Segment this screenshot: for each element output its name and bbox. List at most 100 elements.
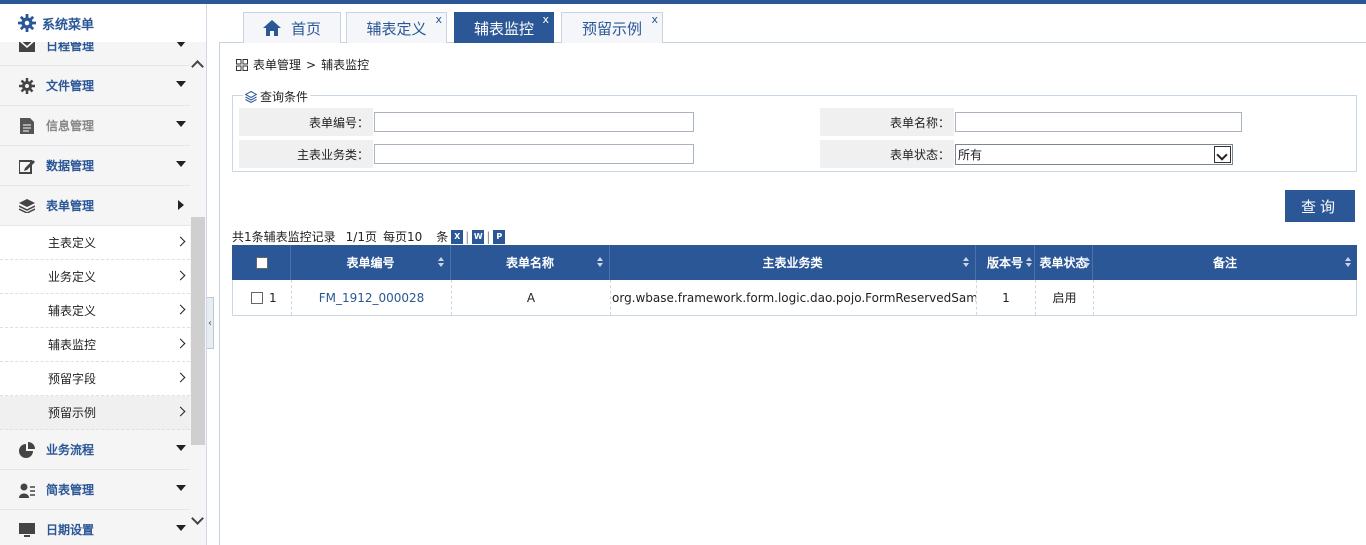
- sort-icon[interactable]: [438, 257, 444, 268]
- tab-bar: 首页 辅表定义 x 辅表监控 x 预留示例 x: [219, 4, 1366, 43]
- tab-label: 辅表监控: [473, 19, 534, 38]
- pie-chart-icon: [18, 441, 36, 459]
- tab-label: 辅表定义: [366, 19, 427, 38]
- form-name-input[interactable]: [955, 112, 1242, 132]
- scroll-up-icon[interactable]: [191, 60, 204, 73]
- query-button[interactable]: 查询: [1285, 190, 1355, 222]
- table-body: 1 FM_1912_000028 A org.wbase.framework.f…: [232, 280, 1357, 316]
- page-size-unit: 条: [436, 230, 449, 244]
- close-icon[interactable]: x: [651, 14, 658, 26]
- cell-version: 1: [977, 280, 1036, 315]
- business-class-row: 主表业务类：: [239, 140, 694, 168]
- sidebar-item-info[interactable]: 信息管理: [0, 106, 190, 146]
- sidebar-item-date-settings[interactable]: 日期设置: [0, 510, 190, 545]
- records-table: 表单编号 表单名称 主表业务类 版本号 表单状态 备注 1 FM_1912_00…: [232, 245, 1357, 316]
- row-select-cell: 1: [233, 280, 292, 315]
- close-icon[interactable]: x: [542, 14, 549, 26]
- cell-remark: [1094, 280, 1356, 315]
- header-remark[interactable]: 备注: [1093, 245, 1357, 280]
- subitem-label: 预留示例: [48, 406, 97, 420]
- header-form-code[interactable]: 表单编号: [291, 245, 451, 280]
- header-business-class[interactable]: 主表业务类: [610, 245, 976, 280]
- close-icon[interactable]: x: [435, 14, 442, 26]
- sidebar-item-label: 简表管理: [46, 483, 95, 497]
- sidebar-collapse-handle[interactable]: ‹: [207, 297, 214, 349]
- cell-business-class: org.wbase.framework.form.logic.dao.pojo.…: [611, 280, 977, 315]
- breadcrumb-parent[interactable]: 表单管理: [253, 56, 301, 73]
- sidebar-item-label: 业务流程: [46, 443, 95, 457]
- sort-icon[interactable]: [1084, 257, 1090, 268]
- breadcrumb: 表单管理 > 辅表监控: [236, 56, 369, 73]
- sidebar-subitem-main-def[interactable]: 主表定义: [0, 226, 190, 260]
- table-row[interactable]: 1 FM_1912_000028 A org.wbase.framework.f…: [233, 280, 1356, 315]
- word-export-icon[interactable]: W: [472, 229, 485, 244]
- row-checkbox[interactable]: [251, 291, 263, 304]
- tab-label: 预留示例: [581, 19, 642, 38]
- sidebar-item-data[interactable]: 数据管理: [0, 146, 190, 186]
- excel-export-icon[interactable]: X: [451, 229, 464, 244]
- sidebar-title: 系统菜单: [42, 17, 95, 33]
- tab-sub-definition[interactable]: 辅表定义 x: [346, 12, 447, 43]
- pdf-export-icon[interactable]: P: [493, 229, 506, 244]
- business-class-label: 主表业务类：: [239, 140, 373, 168]
- row-index: 1: [269, 290, 277, 305]
- breadcrumb-current: 辅表监控: [321, 58, 370, 72]
- select-all-cell: [232, 245, 291, 280]
- header-form-name[interactable]: 表单名称: [451, 245, 610, 280]
- grid-icon: [236, 58, 248, 71]
- sidebar-item-label: 表单管理: [46, 199, 95, 213]
- select-all-checkbox[interactable]: [256, 256, 268, 269]
- cell-status: 启用: [1036, 280, 1094, 315]
- sidebar-subitem-business-def[interactable]: 业务定义: [0, 260, 190, 294]
- chevron-right-icon: [175, 406, 186, 417]
- sort-icon[interactable]: [1026, 257, 1032, 268]
- page-size[interactable]: 每页10: [383, 228, 422, 245]
- chevron-down-icon: [176, 525, 186, 531]
- form-status-row: 表单状态： 所有: [820, 140, 1233, 168]
- form-code-row: 表单编号：: [239, 108, 694, 136]
- sort-icon[interactable]: [597, 257, 603, 268]
- user-card-icon: [18, 481, 36, 499]
- form-status-value: 所有: [958, 147, 983, 162]
- chevron-down-icon: [176, 121, 186, 127]
- divider: |: [486, 229, 491, 244]
- cell-form-code[interactable]: FM_1912_000028: [292, 280, 452, 315]
- subitem-label: 主表定义: [48, 236, 97, 250]
- sidebar-item-label: 数据管理: [46, 159, 95, 173]
- chevron-right-icon: [175, 304, 186, 315]
- header-status[interactable]: 表单状态: [1035, 245, 1093, 280]
- sidebar-subitem-reserved-sample[interactable]: 预留示例: [0, 396, 190, 430]
- form-code-input[interactable]: [374, 112, 694, 132]
- sort-icon[interactable]: [1345, 257, 1351, 268]
- sidebar-item-forms[interactable]: 表单管理: [0, 186, 190, 226]
- sidebar-item-simple-table[interactable]: 简表管理: [0, 470, 190, 510]
- query-legend-label: 查询条件: [260, 90, 309, 104]
- sidebar-item-workflow[interactable]: 业务流程: [0, 430, 190, 470]
- chevron-down-icon[interactable]: [1214, 145, 1231, 163]
- breadcrumb-separator: >: [306, 57, 317, 72]
- sidebar-item-label: 日期设置: [46, 523, 95, 537]
- header-label: 表单名称: [505, 256, 554, 270]
- business-class-input[interactable]: [374, 144, 694, 164]
- tab-home[interactable]: 首页: [243, 12, 341, 43]
- tab-sub-monitor[interactable]: 辅表监控 x: [454, 12, 554, 43]
- scrollbar-thumb[interactable]: [191, 217, 205, 445]
- scroll-down-icon[interactable]: [191, 512, 204, 525]
- sidebar-subitem-sub-monitor[interactable]: 辅表监控: [0, 328, 190, 362]
- table-header: 表单编号 表单名称 主表业务类 版本号 表单状态 备注: [232, 245, 1357, 280]
- header-version[interactable]: 版本号: [976, 245, 1035, 280]
- sidebar-scrollbar[interactable]: [190, 42, 206, 545]
- main-content: 表单管理 > 辅表监控 查询条件 表单编号： 表单名称： 主表业务类： 表单状态…: [219, 43, 1366, 545]
- chevron-down-icon: [176, 81, 186, 87]
- sort-icon[interactable]: [963, 257, 969, 268]
- sidebar-item-files[interactable]: 文件管理: [0, 66, 190, 106]
- page-indicator: 1/1页: [345, 230, 377, 244]
- sidebar-subitem-reserved-field[interactable]: 预留字段: [0, 362, 190, 396]
- chevron-right-icon: [175, 270, 186, 281]
- chevron-right-icon: [175, 236, 186, 247]
- tab-reserved-sample[interactable]: 预留示例 x: [561, 12, 663, 43]
- form-status-select[interactable]: 所有: [955, 143, 1233, 165]
- form-name-label: 表单名称：: [820, 108, 954, 136]
- sidebar-subitem-sub-def[interactable]: 辅表定义: [0, 294, 190, 328]
- edit-icon: [18, 157, 36, 175]
